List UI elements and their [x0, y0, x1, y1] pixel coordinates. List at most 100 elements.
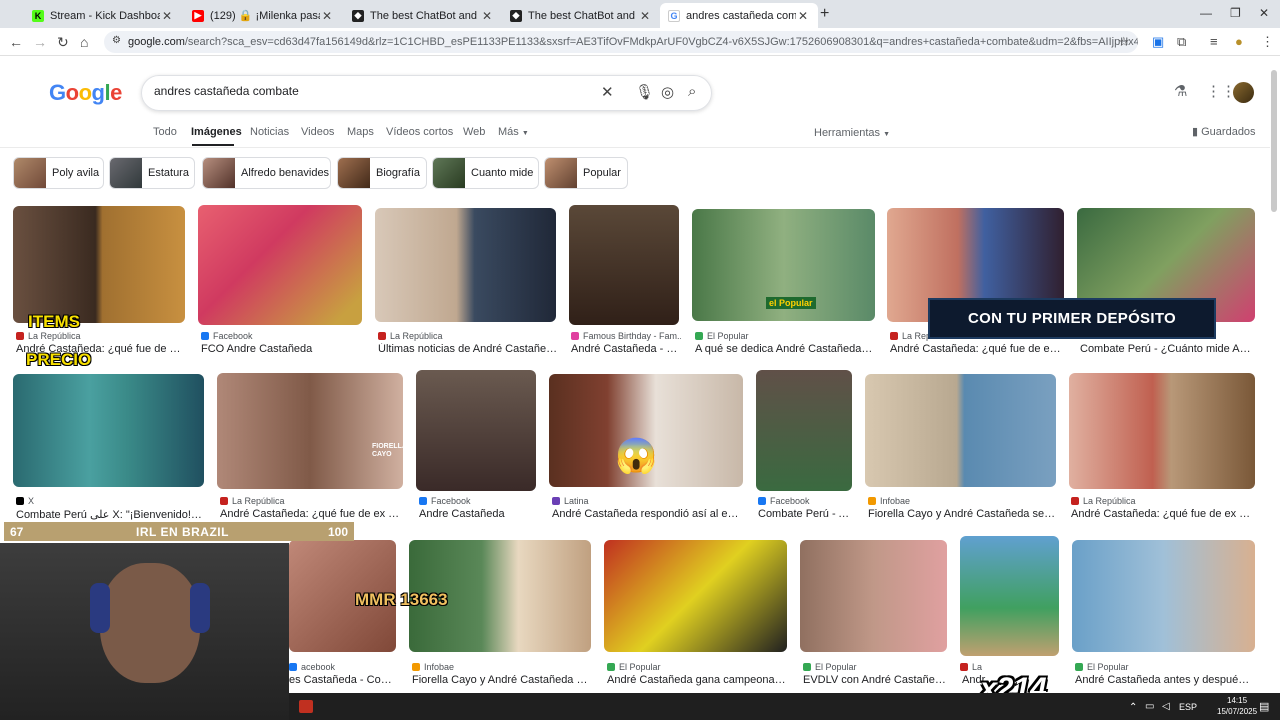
avatar[interactable]: [1233, 82, 1254, 103]
menu-icon[interactable]: ⋮: [1261, 34, 1274, 50]
result-title[interactable]: André Castañeda: ¿qué fue de ex chico...: [220, 508, 403, 520]
clock-date[interactable]: 15/07/2025: [1217, 707, 1257, 716]
home-icon[interactable]: ⌂: [80, 34, 88, 50]
google-logo[interactable]: Google: [49, 80, 122, 106]
close-icon[interactable]: ✕: [320, 9, 334, 23]
result-image[interactable]: [865, 374, 1056, 487]
result-image[interactable]: [13, 374, 204, 487]
close-icon[interactable]: ✕: [480, 9, 494, 23]
result-title[interactable]: Combate Perú - ¿Cuánto mide André ...: [1080, 343, 1255, 355]
result-title[interactable]: André Castañeda: ¿qué fue de ex chico...: [1071, 508, 1255, 520]
network-icon[interactable]: ▭: [1145, 701, 1154, 712]
result-title[interactable]: EVDLV con André Castañeda: ...: [803, 674, 948, 686]
back-icon[interactable]: ←: [9, 34, 23, 50]
close-icon[interactable]: ✕: [638, 9, 652, 23]
result-source[interactable]: La: [960, 662, 990, 672]
result-source[interactable]: Infobae: [412, 662, 592, 672]
result-source[interactable]: Infobae: [868, 496, 1058, 506]
restore-icon[interactable]: ❐: [1230, 6, 1241, 20]
result-title[interactable]: Combate Perú - An...: [758, 508, 853, 520]
close-icon[interactable]: ✕: [796, 9, 810, 23]
result-source[interactable]: Facebook: [201, 331, 361, 341]
media-icon[interactable]: ≡: [1210, 34, 1218, 49]
close-icon[interactable]: ✕: [160, 9, 174, 23]
forward-icon[interactable]: →: [33, 34, 47, 50]
minimize-icon[interactable]: —: [1200, 6, 1212, 20]
chip-popular[interactable]: Popular: [544, 157, 628, 189]
tools-button[interactable]: Herramientas ▼: [814, 127, 890, 139]
result-source[interactable]: La República: [1071, 496, 1256, 506]
result-title[interactable]: André Castañeda antes y después de s...: [1075, 674, 1253, 686]
new-tab-icon[interactable]: +: [820, 5, 829, 23]
result-source[interactable]: El Popular: [607, 662, 787, 672]
tab-imagenes[interactable]: Imágenes: [191, 126, 242, 138]
result-image[interactable]: [1072, 540, 1255, 652]
reload-icon[interactable]: ↻: [57, 34, 69, 51]
result-image[interactable]: [375, 208, 556, 322]
result-image[interactable]: 😱: [549, 374, 743, 487]
extensions-icon[interactable]: ⧉: [1177, 34, 1186, 50]
profile-icon[interactable]: ●: [1235, 34, 1243, 49]
tab-noticias[interactable]: Noticias: [250, 126, 289, 138]
tab-mas[interactable]: Más ▼: [498, 126, 529, 138]
result-title[interactable]: Fiorella Cayo y André Castañeda se lu...: [412, 674, 590, 686]
result-image[interactable]: [604, 540, 787, 652]
labs-icon[interactable]: ⚗: [1174, 82, 1187, 100]
volume-icon[interactable]: ◁: [1162, 701, 1170, 712]
result-title[interactable]: Fiorella Cayo y André Castañeda se luci.…: [868, 508, 1058, 520]
result-source[interactable]: Facebook: [758, 496, 853, 506]
result-image[interactable]: FIORELLA CAYO: [217, 373, 403, 489]
result-source[interactable]: Facebook: [419, 496, 539, 506]
result-title[interactable]: A qué se dedica André Castañeda, ex ...: [695, 343, 875, 355]
tab-youtube[interactable]: ▶ (129) 🔒 ¡Milenka pasa ROCHE ✕: [184, 3, 342, 28]
result-title[interactable]: es Castañeda - Comb...: [289, 674, 394, 686]
result-image[interactable]: [800, 540, 947, 652]
search-icon[interactable]: ⌕: [688, 83, 696, 100]
result-source[interactable]: acebook: [289, 662, 394, 672]
chip-biografia[interactable]: Biografía: [337, 157, 427, 189]
tab-chatbot-2[interactable]: ◆ The best ChatBot and Widgets ✕: [502, 3, 660, 28]
tray-chevron-icon[interactable]: ⌃: [1129, 702, 1137, 713]
tab-google-active[interactable]: G andres castañeda combate - Bu ✕: [660, 3, 818, 28]
clock-time[interactable]: 14:15: [1227, 696, 1247, 705]
result-image[interactable]: [569, 205, 679, 325]
result-title[interactable]: André Castañeda: ¿qué fue de ex chi...: [890, 343, 1062, 355]
result-source[interactable]: El Popular: [803, 662, 948, 672]
result-source[interactable]: Famous Birthday - Fam...: [571, 331, 681, 341]
clear-icon[interactable]: ✕: [601, 83, 614, 101]
page-scrollbar[interactable]: [1271, 70, 1277, 212]
result-source[interactable]: La República: [16, 331, 186, 341]
mic-icon[interactable]: 🎙: [635, 83, 654, 101]
tab-kick[interactable]: K Stream - Kick Dashboard ✕: [24, 3, 182, 28]
tab-chatbot-1[interactable]: ◆ The best ChatBot and Widgets ✕: [344, 3, 502, 28]
site-info-icon[interactable]: ⚙: [112, 35, 121, 46]
result-image[interactable]: [756, 370, 852, 491]
result-source[interactable]: La Rep: [890, 331, 930, 341]
result-image[interactable]: [960, 536, 1059, 656]
result-image[interactable]: [1069, 373, 1255, 489]
tab-videos-cortos[interactable]: Vídeos cortos: [386, 126, 453, 138]
tab-todo[interactable]: Todo: [153, 126, 177, 138]
translate-icon[interactable]: ▣: [1152, 34, 1164, 50]
lens-icon[interactable]: ◎: [661, 83, 674, 101]
result-source[interactable]: El Popular: [1075, 662, 1255, 672]
result-title[interactable]: Andre Castañeda: [419, 508, 539, 520]
notification-icon[interactable]: ▤: [1259, 700, 1269, 713]
result-image[interactable]: [198, 205, 362, 325]
result-image[interactable]: el Popular: [692, 209, 875, 321]
chip-poly-avila[interactable]: Poly avila: [13, 157, 104, 189]
result-title[interactable]: André Castañeda respondió así al entera.…: [552, 508, 742, 520]
chip-alfredo-benavides[interactable]: Alfredo benavides: [202, 157, 331, 189]
result-source[interactable]: Latina: [552, 496, 742, 506]
saved-button[interactable]: ▮ Guardados: [1192, 125, 1256, 138]
address-bar[interactable]: ⚙ google.com /search?sca_esv=cd63d47fa15…: [104, 31, 1138, 53]
result-title[interactable]: Combate Perú على X: "¡Bienvenido! André.…: [16, 508, 204, 521]
result-source[interactable]: La República: [378, 331, 558, 341]
search-input[interactable]: [154, 84, 584, 98]
tab-videos[interactable]: Videos: [301, 126, 334, 138]
result-source[interactable]: X: [16, 496, 206, 506]
result-source[interactable]: El Popular: [695, 331, 875, 341]
close-window-icon[interactable]: ✕: [1259, 6, 1269, 20]
result-image[interactable]: [13, 206, 185, 323]
result-source[interactable]: La República: [220, 496, 400, 506]
